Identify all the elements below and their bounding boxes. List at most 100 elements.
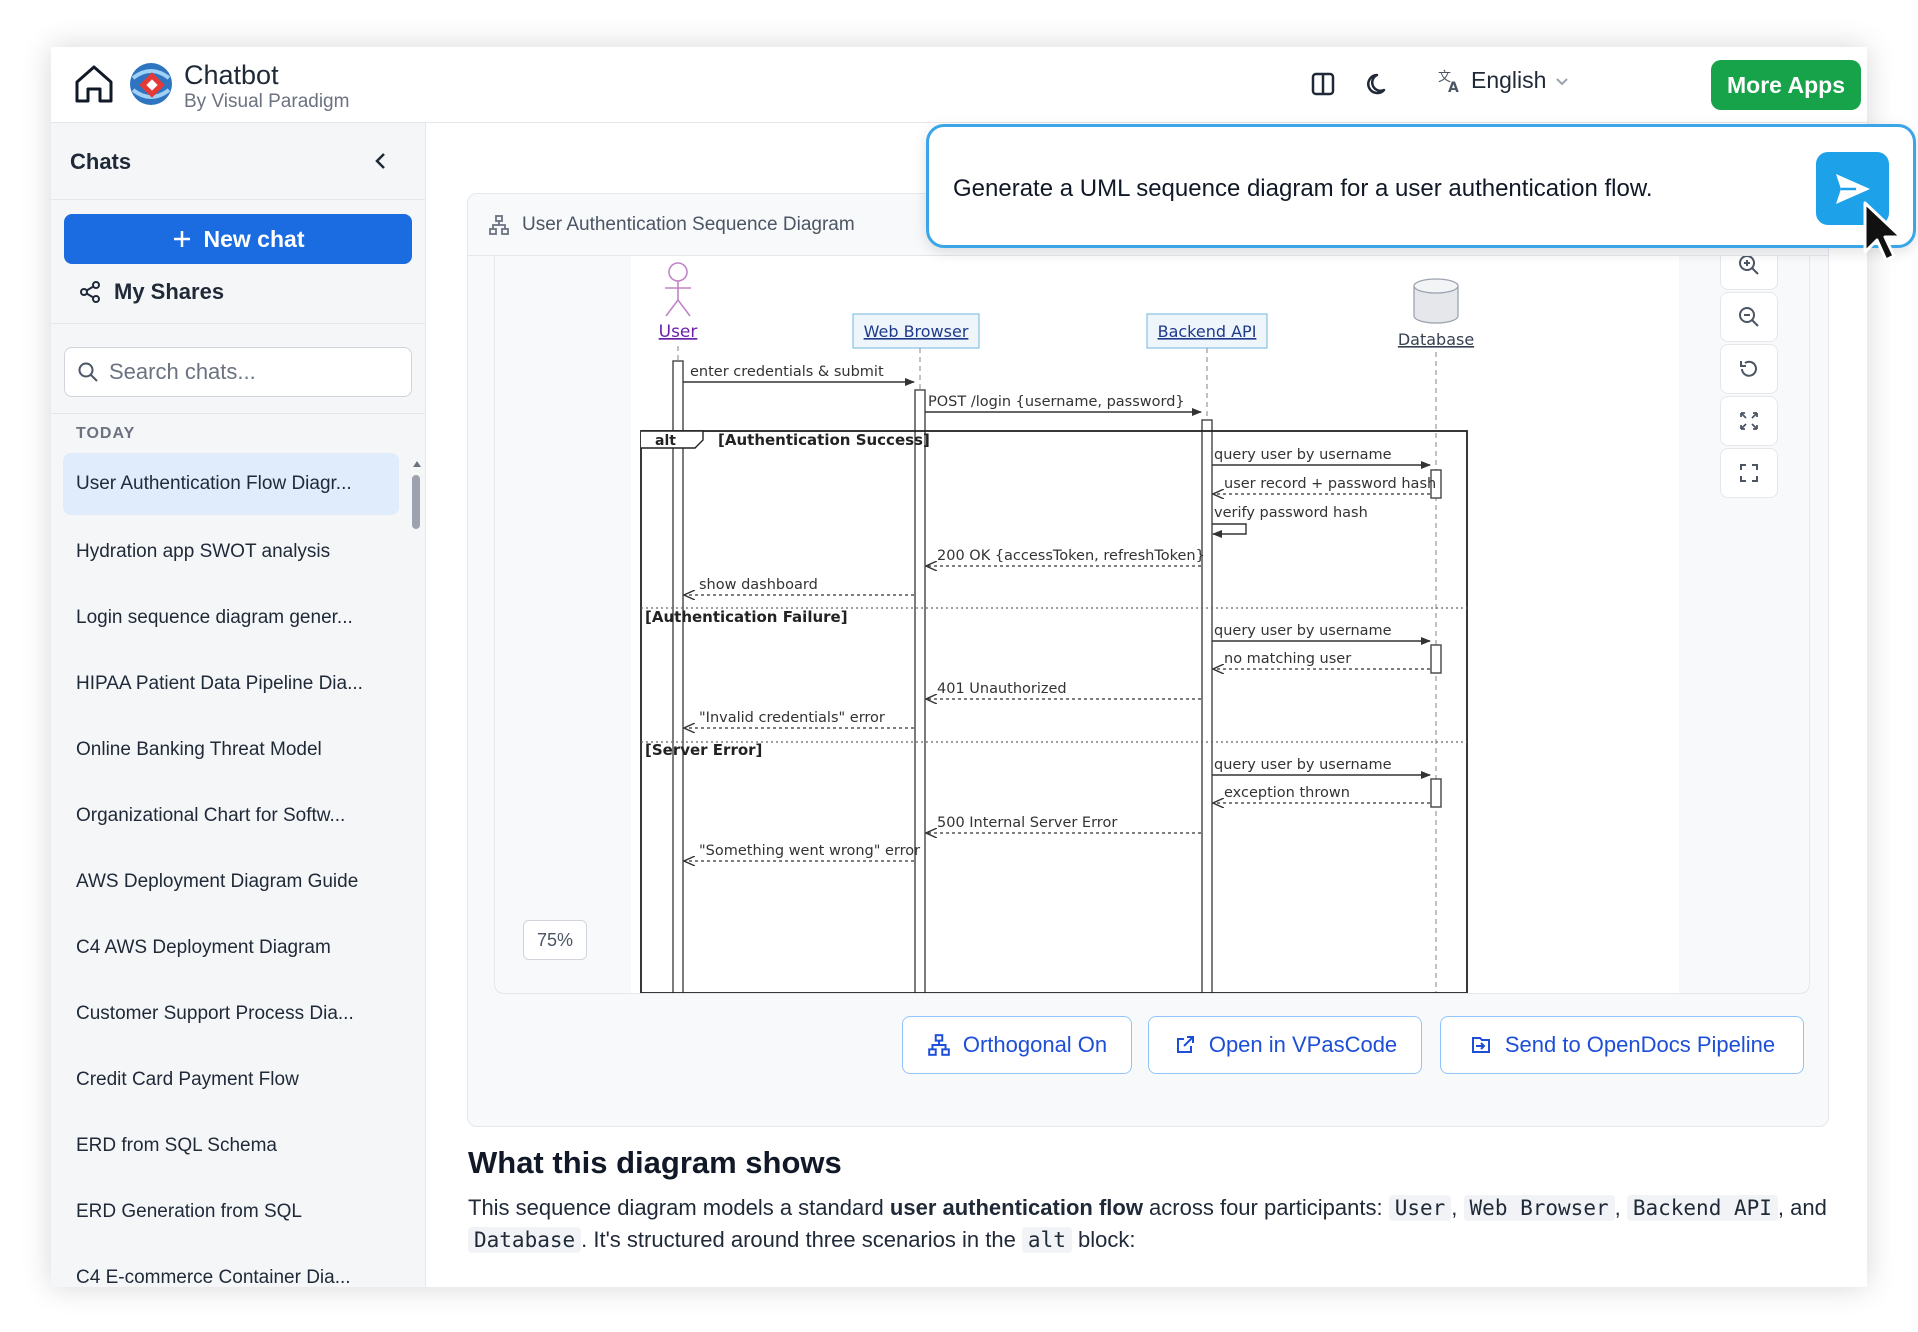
chat-item[interactable]: Credit Card Payment Flow <box>63 1047 399 1113</box>
explanation-body: This sequence diagram models a standard … <box>468 1192 1848 1256</box>
divider <box>51 323 425 324</box>
participant-database: Database <box>1398 278 1474 349</box>
language-label: English <box>1471 67 1547 93</box>
fit-icon <box>1740 412 1758 430</box>
chat-item[interactable]: C4 AWS Deployment Diagram <box>63 915 399 981</box>
diagram-canvas[interactable]: User Web Browser Backend API Database al… <box>494 256 1810 994</box>
my-shares-link[interactable]: My Shares <box>78 273 224 311</box>
chat-item[interactable]: HIPAA Patient Data Pipeline Dia... <box>63 651 399 717</box>
participant-web-browser: Web Browser <box>852 313 980 349</box>
orthogonal-label: Orthogonal On <box>962 1032 1108 1057</box>
code-token: alt <box>1021 1227 1072 1253</box>
message-label: show dashboard <box>699 577 818 593</box>
chat-list: User Authentication Flow Diagr... Hydrat… <box>63 453 403 1287</box>
sidebar-title: Chats <box>70 149 132 174</box>
text-span: . It's structured around three scenarios… <box>581 1227 1022 1252</box>
search-chats-input[interactable] <box>109 359 399 385</box>
guard-label: [Authentication Success] <box>718 431 930 449</box>
fullscreen-icon <box>1740 464 1758 482</box>
mouse-cursor-icon <box>1863 201 1903 262</box>
new-chat-label: New chat <box>203 225 305 252</box>
section-label-today: TODAY <box>76 425 136 442</box>
search-icon <box>78 362 98 382</box>
more-apps-button[interactable]: More Apps <box>1711 60 1861 110</box>
message-label: 401 Unauthorized <box>937 681 1067 697</box>
zoom-out-icon <box>1739 307 1759 327</box>
message-label: "Something went wrong" error <box>699 843 920 859</box>
reset-icon <box>1740 360 1757 377</box>
message-label: verify password hash <box>1214 505 1368 521</box>
zoom-in-button[interactable] <box>1720 256 1778 290</box>
bold-text: user authentication flow <box>889 1195 1143 1220</box>
text-span: , and <box>1777 1195 1827 1220</box>
brand-subtitle: By Visual Paradigm <box>184 91 350 112</box>
brand-name: Chatbot <box>184 60 279 90</box>
external-link-icon <box>1176 1036 1194 1053</box>
home-icon[interactable] <box>71 61 117 107</box>
text-span: , <box>1451 1195 1464 1220</box>
zoom-in-icon <box>1739 256 1759 275</box>
participant-backend-api: Backend API <box>1146 313 1268 349</box>
message-label: no matching user <box>1224 651 1351 667</box>
plus-icon <box>173 231 190 247</box>
language-selector[interactable]: 文 A English <box>1437 67 1570 94</box>
fullscreen-button[interactable] <box>1720 448 1778 498</box>
chat-item[interactable]: ERD from SQL Schema <box>63 1113 399 1179</box>
code-token: Web Browser <box>1463 1195 1615 1221</box>
chat-item[interactable]: Hydration app SWOT analysis <box>63 519 399 585</box>
guard-label: [Server Error] <box>645 741 762 759</box>
chevron-left-icon[interactable] <box>369 149 393 173</box>
chat-item[interactable]: Login sequence diagram gener... <box>63 585 399 651</box>
prompt-input-box[interactable]: Generate a UML sequence diagram for a us… <box>926 124 1916 248</box>
message-label: "Invalid credentials" error <box>699 710 885 726</box>
chat-item[interactable]: Organizational Chart for Softw... <box>63 783 399 849</box>
code-token: User <box>1388 1195 1452 1221</box>
message-label: 200 OK {accessToken, refreshToken} <box>937 548 1205 564</box>
text-span: across four participants: <box>1142 1195 1389 1220</box>
message-label: user record + password hash <box>1224 476 1436 492</box>
orthogonal-toggle-button[interactable]: Orthogonal On <box>902 1016 1132 1074</box>
translate-icon: 文 A <box>1438 70 1459 94</box>
diagram-card: User Authentication Sequence Diagram Use… <box>467 193 1829 1127</box>
message-label: query user by username <box>1214 623 1392 639</box>
divider <box>51 413 425 414</box>
message-label: 500 Internal Server Error <box>937 815 1117 831</box>
message-label: enter credentials & submit <box>690 364 884 380</box>
message-label: POST /login {username, password} <box>928 394 1185 410</box>
share-icon <box>80 281 100 303</box>
split-view-icon[interactable] <box>1308 69 1338 99</box>
svg-text:A: A <box>1448 80 1459 94</box>
scrollbar-up-arrow[interactable] <box>413 461 421 467</box>
diagram-title: User Authentication Sequence Diagram <box>522 213 855 235</box>
diagram-icon <box>489 214 509 235</box>
zoom-out-button[interactable] <box>1720 292 1778 342</box>
chat-item[interactable]: Customer Support Process Dia... <box>63 981 399 1047</box>
message-label: query user by username <box>1214 757 1392 773</box>
open-vpascode-button[interactable]: Open in VPasCode <box>1148 1016 1422 1074</box>
fit-view-button[interactable] <box>1720 396 1778 446</box>
new-chat-button[interactable]: New chat <box>64 214 412 264</box>
code-token: Database <box>468 1227 582 1253</box>
message-label: exception thrown <box>1224 785 1350 801</box>
visual-paradigm-logo <box>130 63 172 105</box>
message-label: query user by username <box>1214 447 1392 463</box>
participant-user: User <box>659 262 697 342</box>
prompt-text[interactable]: Generate a UML sequence diagram for a us… <box>953 175 1653 203</box>
dark-mode-icon[interactable] <box>1364 69 1394 99</box>
chat-item[interactable]: Online Banking Threat Model <box>63 717 399 783</box>
chat-item[interactable]: C4 E-commerce Container Dia... <box>63 1245 399 1287</box>
chat-item[interactable]: ERD Generation from SQL <box>63 1179 399 1245</box>
reset-view-button[interactable] <box>1720 344 1778 394</box>
chevron-down-icon <box>1556 77 1569 85</box>
send-opendocs-button[interactable]: Send to OpenDocs Pipeline <box>1440 1016 1804 1074</box>
chat-item-active[interactable]: User Authentication Flow Diagr... <box>63 453 399 515</box>
participant-label: Web Browser <box>864 322 969 341</box>
search-chats-box[interactable] <box>64 347 412 397</box>
sequence-diagram: User Web Browser Backend API Database al… <box>631 256 1679 993</box>
chat-item[interactable]: AWS Deployment Diagram Guide <box>63 849 399 915</box>
sidebar-scrollbar[interactable] <box>412 475 420 529</box>
main-content: User Authentication Sequence Diagram Use… <box>427 123 1867 1287</box>
my-shares-label: My Shares <box>114 279 225 304</box>
top-header: Chatbot By Visual Paradigm 文 A English M… <box>51 47 1867 123</box>
text-span: , <box>1614 1195 1627 1220</box>
